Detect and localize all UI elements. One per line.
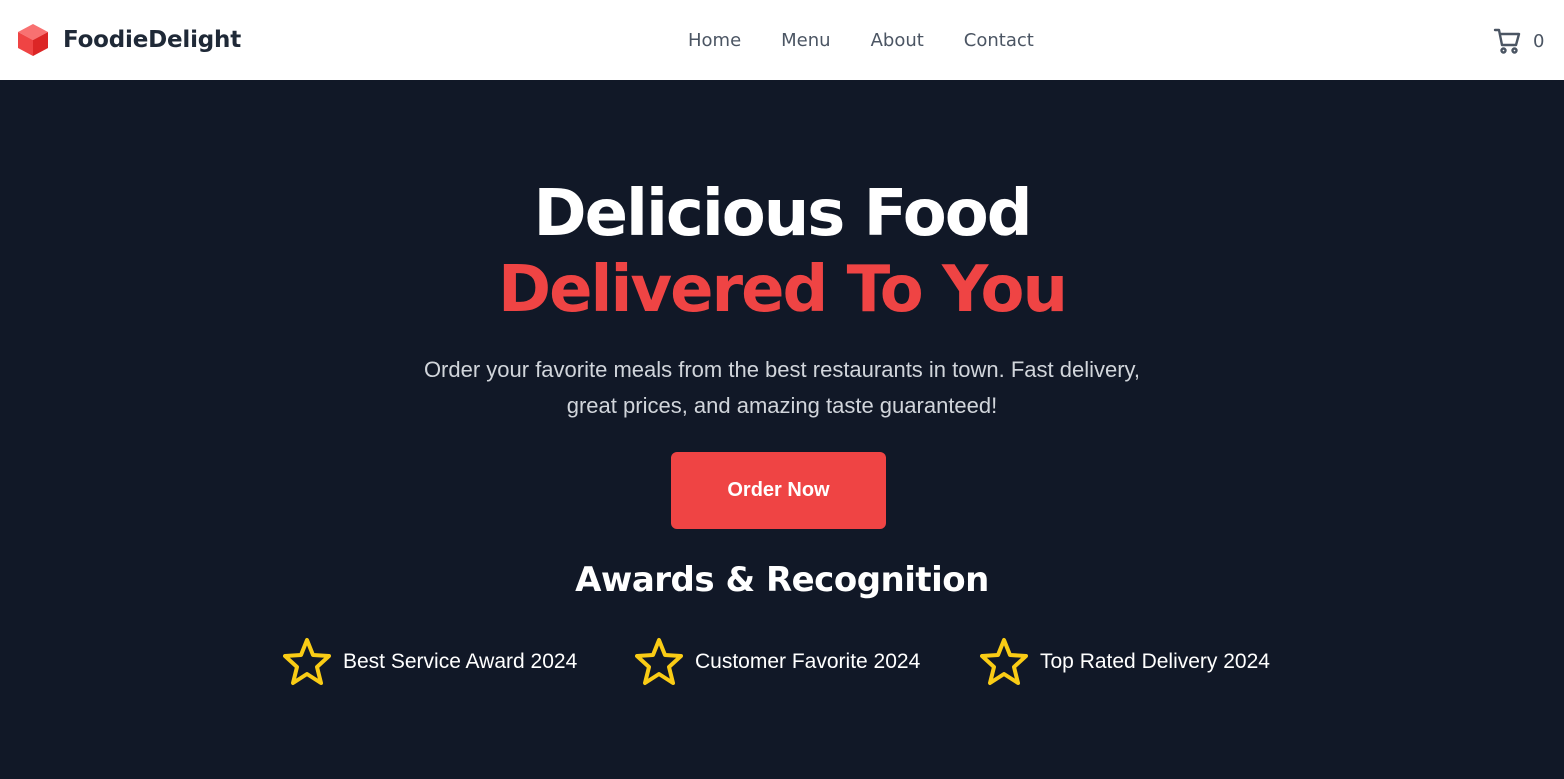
brand-name: FoodieDelight xyxy=(63,27,242,53)
nav-link-contact[interactable]: Contact xyxy=(964,28,1034,54)
award-item: Customer Favorite 2024 xyxy=(635,636,920,688)
shopping-cart-icon xyxy=(1493,28,1521,54)
award-item: Top Rated Delivery 2024 xyxy=(980,636,1270,688)
star-icon xyxy=(980,638,1028,685)
awards-title: Awards & Recognition xyxy=(575,560,989,600)
award-label: Top Rated Delivery 2024 xyxy=(1040,650,1270,673)
hero-headline: Delicious Food Delivered To You xyxy=(0,176,1564,328)
cube-icon xyxy=(18,24,48,56)
award-label: Customer Favorite 2024 xyxy=(695,650,921,673)
award-item: Best Service Award 2024 xyxy=(283,636,577,688)
hero-headline-line1: Delicious Food xyxy=(533,177,1032,251)
hero-headline-line2: Delivered To You xyxy=(498,253,1068,327)
award-label: Best Service Award 2024 xyxy=(343,650,578,673)
nav-link-home[interactable]: Home xyxy=(688,28,741,54)
star-icon xyxy=(635,638,683,685)
order-now-button[interactable]: Order Now xyxy=(671,452,886,529)
navbar: FoodieDelight Home Menu About Contact 0 xyxy=(0,0,1564,80)
nav-link-menu[interactable]: Menu xyxy=(781,28,830,54)
cart-button[interactable]: 0 xyxy=(1493,26,1544,56)
star-icon xyxy=(283,638,331,685)
nav-link-about[interactable]: About xyxy=(871,28,924,54)
main-nav: Home Menu About Contact xyxy=(688,28,1034,54)
cart-count: 0 xyxy=(1533,30,1545,52)
hero-subtitle: Order your favorite meals from the best … xyxy=(423,357,1141,418)
hero-section: Delicious Food Delivered To You Order yo… xyxy=(0,80,1564,779)
brand-logo-link[interactable]: FoodieDelight xyxy=(15,22,241,58)
